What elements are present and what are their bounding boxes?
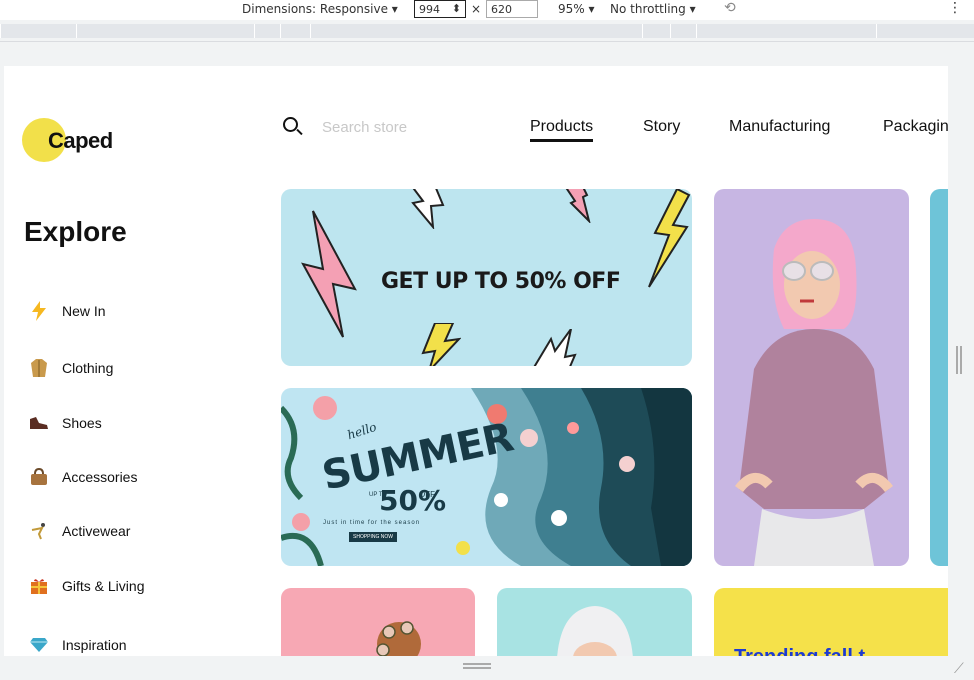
height-input[interactable]: 620 [486,0,538,18]
model-photo [735,219,893,566]
search-bar [282,116,502,138]
sidebar-item-inspiration[interactable]: Inspiration [28,631,127,656]
sidebar-item-gifts-living[interactable]: Gifts & Living [28,572,144,600]
bag-icon [28,466,50,488]
ruler-segment[interactable] [76,24,254,38]
ruler-segment[interactable] [310,24,642,38]
summer-percent: 50% [379,484,447,517]
ruler-segment[interactable] [254,24,280,38]
ruler-segment[interactable] [642,24,670,38]
trending-title: Trending fall t... [734,646,882,656]
devtools-device-toolbar: Dimensions: Responsive ▾ 994 ⬍ × 620 95%… [0,0,974,20]
sidebar-heading: Explore [24,216,127,247]
page-viewport: Caped Explore New In Clothing Shoes Acce… [4,66,948,656]
logo-text: Caped [48,128,113,153]
ruler-segment[interactable] [280,24,310,38]
chevron-down-icon: ▾ [391,2,398,16]
nav-manufacturing[interactable]: Manufacturing [729,118,830,136]
shop-now-button[interactable]: SHOPPING NOW [349,532,398,542]
ruler-segment[interactable] [670,24,696,38]
summer-subtitle: Just in time for the season [323,520,421,526]
rotate-icon[interactable]: ⟲ [724,0,736,16]
lightning-icon [28,300,50,322]
ruler-segment[interactable] [876,24,974,38]
lightning-icon [421,323,461,366]
media-query-ruler [0,20,974,42]
horizontal-resize-handle[interactable] [4,656,948,680]
ruler-segment[interactable] [696,24,876,38]
nav-story[interactable]: Story [643,118,680,136]
coat-icon [28,357,50,379]
diamond-icon [28,634,50,656]
throttling-dropdown[interactable]: No throttling ▾ [610,2,696,16]
sidebar-item-label: Clothing [62,360,114,376]
spinner-icon[interactable]: ⬍ [452,2,461,15]
gift-icon [28,575,50,597]
lightning-icon [533,329,577,366]
sidebar-item-clothing[interactable]: Clothing [28,354,113,382]
ruler-segment[interactable] [0,24,76,38]
teal-product-card[interactable] [497,588,692,656]
width-input[interactable]: 994 ⬍ [414,0,466,18]
search-input[interactable] [322,118,502,136]
model-product-card[interactable] [714,189,909,566]
model-photo [557,606,633,656]
times-sign: × [471,2,482,16]
sidebar-item-label: Shoes [62,415,102,431]
summer-banner[interactable]: hello SUMMER UP TO 50% OFF Just in time … [281,388,692,566]
chevron-down-icon: ▾ [689,2,696,16]
dimensions-label: Dimensions: Responsive [242,2,388,16]
sidebar-item-label: Accessories [62,469,138,485]
zoom-dropdown[interactable]: 95% ▾ [558,2,595,16]
corner-resize-icon[interactable]: ⟋ [954,660,964,677]
more-options-icon[interactable]: ⋮ [948,0,962,16]
sale-banner[interactable]: GET UP TO 50% OFF [281,189,692,366]
vertical-resize-handle[interactable] [948,66,974,656]
model-photo [376,621,421,656]
activewear-icon [28,520,50,542]
sidebar-item-label: Gifts & Living [62,578,145,594]
sidebar-item-label: Inspiration [62,637,127,653]
chevron-down-icon: ▾ [588,2,595,16]
sidebar-item-accessories[interactable]: Accessories [28,463,137,491]
lightning-icon [411,189,445,229]
product-card-partial[interactable] [930,189,948,566]
dimensions-dropdown[interactable]: Dimensions: Responsive ▾ [242,2,398,16]
pink-product-card[interactable] [281,588,475,656]
grip-icon [463,663,491,669]
brand-logo[interactable]: Caped [22,118,122,164]
shoe-icon [28,412,50,434]
trending-card[interactable]: Trending fall t... [714,588,948,656]
sidebar-item-new-in[interactable]: New In [28,297,106,325]
sidebar-item-activewear[interactable]: Activewear [28,517,130,545]
summer-off: OFF [419,490,435,499]
lightning-icon [301,210,357,338]
search-icon[interactable] [282,116,304,138]
lightning-icon [648,189,691,288]
grip-icon [956,346,962,374]
sidebar-item-label: New In [62,303,106,319]
sidebar-item-shoes[interactable]: Shoes [28,409,102,437]
nav-packaging[interactable]: Packaging [883,118,948,136]
lightning-icon [565,189,591,223]
sale-banner-text: GET UP TO 50% OFF [381,269,621,294]
sidebar-item-label: Activewear [62,523,131,539]
nav-products[interactable]: Products [530,118,594,142]
